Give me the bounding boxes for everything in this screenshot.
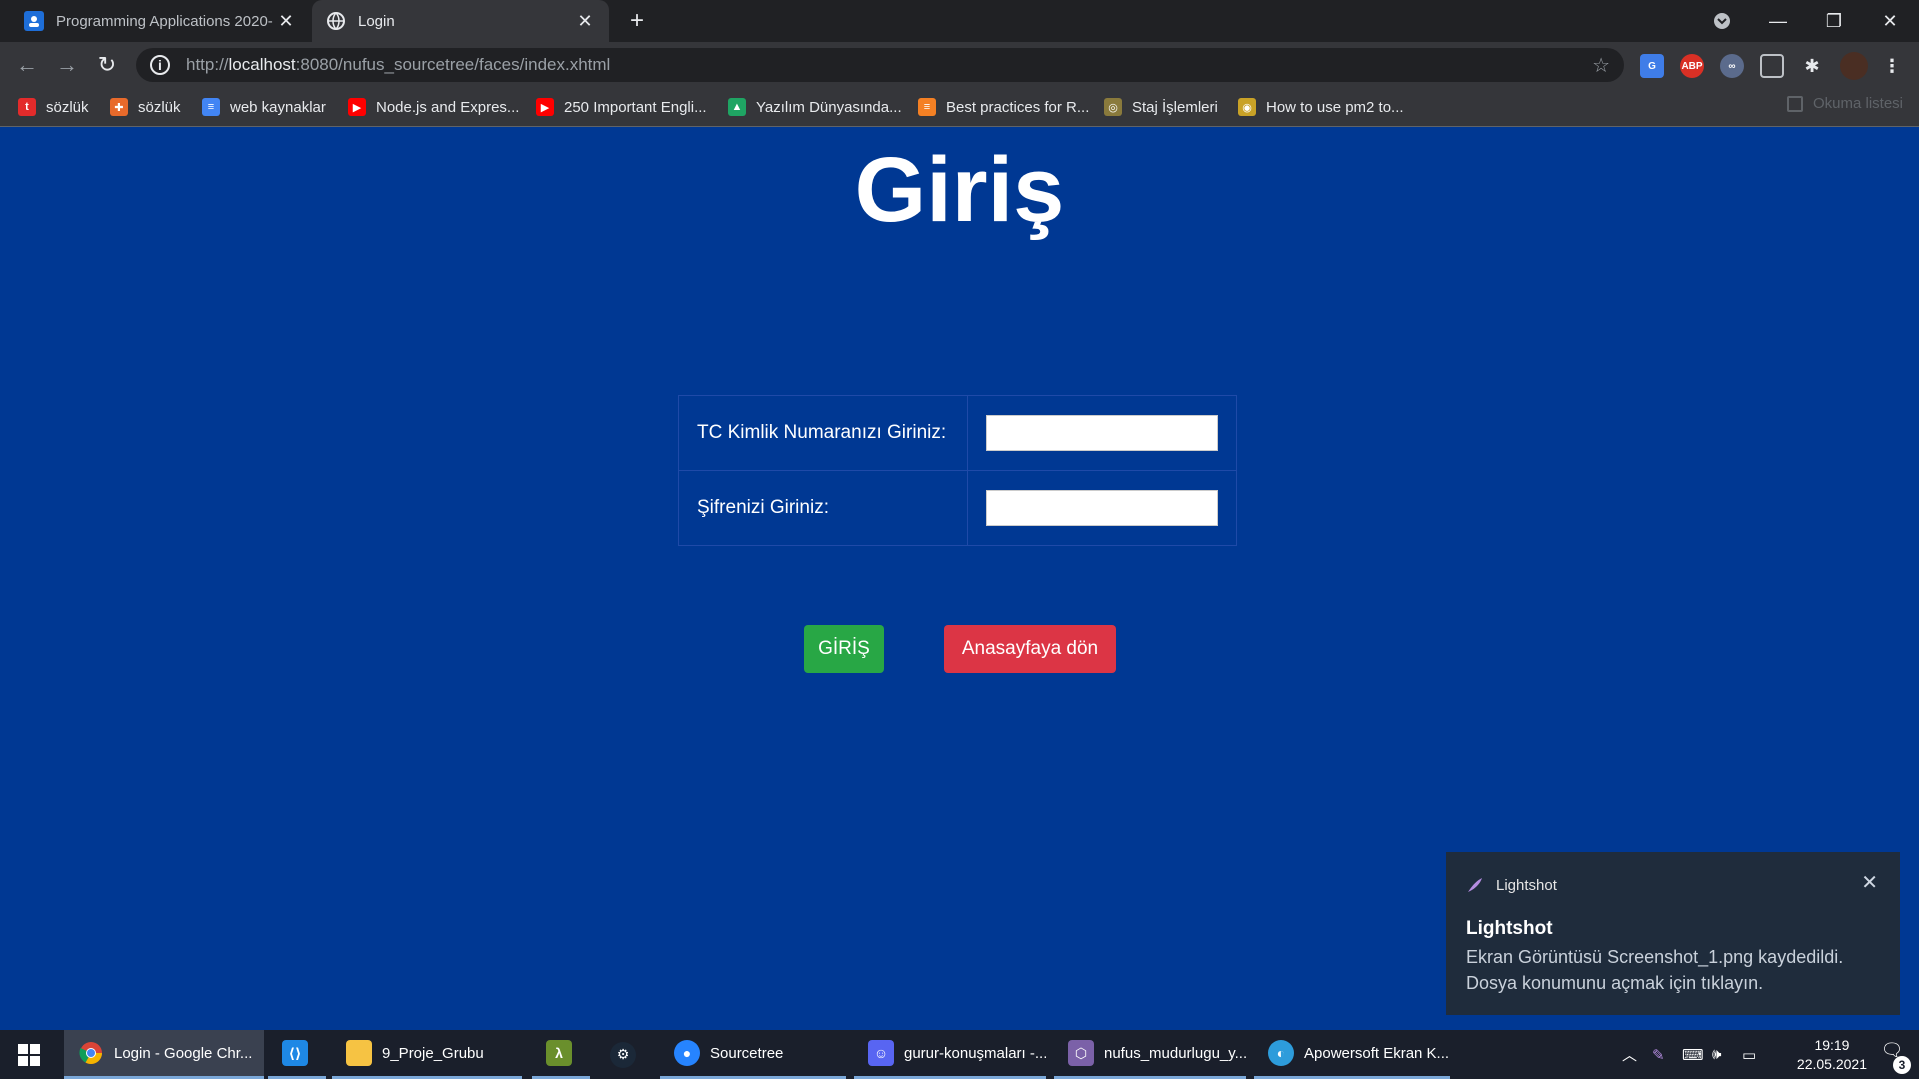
windows-icon [18, 1043, 40, 1066]
tc-label: TC Kimlik Numaranızı Giriniz: [678, 395, 968, 471]
taskbar-item[interactable]: ● Sourcetree [660, 1030, 846, 1079]
eksi-icon: t [18, 98, 36, 116]
tab-login[interactable]: Login ✕ [312, 0, 609, 42]
bookmark-item[interactable]: t sözlük [18, 95, 89, 119]
taskbar-item[interactable]: ☺ gurur-konuşmaları -... [854, 1030, 1046, 1079]
close-tab-icon[interactable]: ✕ [575, 11, 595, 32]
lightshot-tray-icon[interactable]: ✎ [1652, 1030, 1665, 1079]
close-icon[interactable]: ✕ [1861, 870, 1878, 895]
extension-icon[interactable]: ∞ [1720, 54, 1744, 78]
tab-title: Login [358, 12, 395, 30]
battery-icon[interactable]: ▭ [1742, 1030, 1756, 1079]
taskbar-item[interactable]: ⟨⟩ [268, 1030, 326, 1079]
discord-icon: ☺ [868, 1040, 894, 1066]
bookmark-item[interactable]: ✚ sözlük [110, 95, 181, 119]
reading-list[interactable]: Okuma listesi [1786, 95, 1903, 112]
bookmark-item[interactable]: ▶ Node.js and Expres... [348, 95, 519, 119]
clock[interactable]: 19:19 22.05.2021 [1797, 1036, 1867, 1074]
toast-title: Lightshot [1466, 918, 1553, 939]
translate-icon[interactable]: G [1640, 54, 1664, 78]
address-bar[interactable]: i http://localhost:8080/nufus_sourcetree… [136, 48, 1624, 82]
tc-field-cell [967, 395, 1237, 471]
bookmark-item[interactable]: ▲ Yazılım Dünyasında... [728, 95, 902, 119]
password-input[interactable] [986, 490, 1218, 526]
globe-icon [326, 11, 346, 31]
taskbar-item[interactable]: 9_Proje_Grubu [332, 1030, 522, 1079]
back-icon[interactable]: ← [12, 50, 42, 80]
table-row: Şifrenizi Giriniz: [678, 470, 1237, 546]
taskbar: Login - Google Chr... ⟨⟩ 9_Proje_Grubu λ… [0, 1030, 1919, 1079]
bookmark-item[interactable]: ◎ Staj İşlemleri [1104, 95, 1218, 119]
bookmark-item[interactable]: ◉ How to use pm2 to... [1238, 95, 1404, 119]
youtube-icon: ▶ [536, 98, 554, 116]
taskbar-item[interactable]: ⚙ [596, 1030, 654, 1079]
chrome-icon [78, 1040, 104, 1066]
notification-count-badge: 3 [1893, 1056, 1911, 1074]
url-text[interactable]: http://localhost:8080/nufus_sourcetree/f… [186, 55, 610, 75]
info-icon[interactable]: i [150, 55, 170, 75]
login-button[interactable]: GİRİŞ [804, 625, 884, 673]
taskbar-item[interactable]: ◐ Apowersoft Ekran K... [1254, 1030, 1450, 1079]
shield-icon[interactable] [1760, 54, 1784, 78]
home-button[interactable]: Anasayfaya dön [944, 625, 1116, 673]
tc-input[interactable] [986, 415, 1218, 451]
reload-icon[interactable]: ↻ [92, 50, 122, 80]
folder-icon [346, 1040, 372, 1066]
sourcetree-icon: ● [674, 1040, 700, 1066]
reading-list-icon [1786, 95, 1803, 112]
taskbar-item[interactable]: Login - Google Chr... [64, 1030, 264, 1079]
adblock-icon[interactable]: ABP [1680, 54, 1704, 78]
classroom-icon [24, 11, 44, 31]
puzzle-icon[interactable]: ✱ [1800, 54, 1824, 78]
vscode-icon: ⟨⟩ [282, 1040, 308, 1066]
toast-app: Lightshot [1466, 876, 1557, 894]
avatar[interactable] [1840, 52, 1868, 80]
university-icon: ◎ [1104, 98, 1122, 116]
lambda-icon: λ [546, 1040, 572, 1066]
netbeans-icon: ⬡ [1068, 1040, 1094, 1066]
lightshot-icon [1468, 878, 1482, 892]
close-window-icon[interactable]: ✕ [1862, 0, 1918, 42]
forward-icon[interactable]: → [52, 50, 82, 80]
restore-icon[interactable]: ❐ [1806, 0, 1862, 42]
tab-strip: Programming Applications 2020- ✕ Login ✕… [0, 0, 1919, 42]
browser-toolbar: ← → ↻ i http://localhost:8080/nufus_sour… [0, 42, 1919, 87]
toast-message: Ekran Görüntüsü Screenshot_1.png kaydedi… [1466, 947, 1844, 993]
pm2-icon: ◉ [1238, 98, 1256, 116]
notification-toast[interactable]: Lightshot ✕ Lightshot Ekran Görüntüsü Sc… [1446, 852, 1900, 1015]
new-tab-button[interactable]: + [622, 6, 652, 36]
start-button[interactable] [0, 1030, 60, 1079]
steam-icon: ⚙ [610, 1041, 636, 1068]
ethz-icon: ✚ [110, 98, 128, 116]
bookmark-item[interactable]: ≡ web kaynaklar [202, 95, 326, 119]
docs-icon: ≡ [202, 98, 220, 116]
minimize-icon[interactable]: — [1750, 0, 1806, 42]
password-label: Şifrenizi Giriniz: [678, 470, 968, 546]
bookmark-item[interactable]: ≡ Best practices for R... [918, 95, 1089, 119]
stackoverflow-icon: ≡ [918, 98, 936, 116]
tab-programming-applications[interactable]: Programming Applications 2020- ✕ [10, 0, 310, 42]
drive-icon: ▲ [728, 98, 746, 116]
volume-icon[interactable]: 🕪 [1712, 1030, 1721, 1079]
bookmark-star-icon[interactable]: ☆ [1592, 53, 1610, 78]
network-icon[interactable]: ⌨ [1682, 1030, 1704, 1079]
table-row: TC Kimlik Numaranızı Giriniz: [678, 395, 1237, 471]
taskbar-item[interactable]: ⬡ nufus_mudurlugu_y... [1054, 1030, 1246, 1079]
tab-search-icon[interactable] [1694, 0, 1750, 42]
taskbar-item[interactable]: λ [532, 1030, 590, 1079]
apowersoft-icon: ◐ [1268, 1040, 1294, 1066]
password-field-cell [967, 470, 1237, 546]
menu-icon[interactable]: ⋮ [1880, 54, 1904, 78]
bookmarks-bar: t sözlük ✚ sözlük ≡ web kaynaklar ▶ Node… [0, 87, 1919, 127]
login-form: TC Kimlik Numaranızı Giriniz: Şifrenizi … [678, 395, 1237, 546]
youtube-icon: ▶ [348, 98, 366, 116]
tab-title: Programming Applications 2020- [56, 12, 273, 30]
close-tab-icon[interactable]: ✕ [276, 11, 296, 32]
bookmark-item[interactable]: ▶ 250 Important Engli... [536, 95, 707, 119]
page-title: Giriş [854, 139, 1065, 241]
tray-chevron-icon[interactable]: ︿ [1622, 1030, 1637, 1079]
